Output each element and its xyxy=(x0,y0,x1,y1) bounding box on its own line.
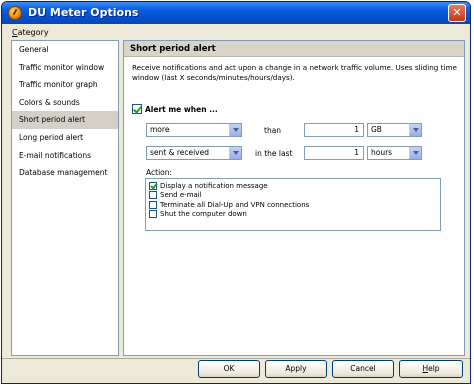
in-the-last-label: in the last xyxy=(255,149,293,158)
action-item[interactable]: Display a notification message xyxy=(149,181,437,191)
title-bar[interactable]: DU Meter Options ✕ xyxy=(2,2,470,24)
chevron-down-icon xyxy=(229,147,241,159)
ok-button[interactable]: OK xyxy=(198,360,260,378)
action-list: Display a notification message Send e-ma… xyxy=(145,178,441,231)
action-checkbox[interactable] xyxy=(149,181,157,190)
chevron-down-icon xyxy=(409,147,421,159)
cancel-button[interactable]: Cancel xyxy=(332,360,394,378)
than-label: than xyxy=(264,126,282,135)
action-item[interactable]: Shut the computer down xyxy=(149,210,437,220)
category-item-database-management[interactable]: Database management xyxy=(12,164,118,182)
chevron-down-icon xyxy=(409,124,421,136)
bottom-divider xyxy=(2,358,470,359)
category-label: Category xyxy=(12,28,49,37)
action-label: Action: xyxy=(146,168,173,177)
action-label-send-email: Send e-mail xyxy=(160,191,202,200)
panel-title: Short period alert xyxy=(124,41,464,57)
category-item-short-period-alert[interactable]: Short period alert xyxy=(12,111,118,129)
du-meter-app-icon xyxy=(8,6,22,20)
action-checkbox[interactable] xyxy=(149,200,157,209)
alert-me-checkbox-row[interactable]: Alert me when ... xyxy=(132,104,218,114)
condition-select-value: more xyxy=(150,125,170,134)
action-label-display-notification: Display a notification message xyxy=(160,181,268,190)
direction-select[interactable]: sent & received xyxy=(146,146,242,160)
period-unit-select-value: hours xyxy=(371,148,393,157)
options-window: DU Meter Options ✕ Category General Traf… xyxy=(1,1,471,384)
alert-me-label: Alert me when ... xyxy=(145,104,218,114)
category-list[interactable]: General Traffic monitor window Traffic m… xyxy=(11,40,119,356)
apply-button[interactable]: Apply xyxy=(265,360,327,378)
panel-description: Receive notifications and act upon a cha… xyxy=(132,63,457,82)
action-item[interactable]: Terminate all Dial-Up and VPN connection… xyxy=(149,200,437,210)
period-input[interactable]: 1 xyxy=(304,146,364,160)
close-button[interactable]: ✕ xyxy=(448,4,466,22)
unit-select-value: GB xyxy=(371,125,382,134)
action-label-terminate-connections: Terminate all Dial-Up and VPN connection… xyxy=(160,200,310,209)
action-checkbox[interactable] xyxy=(149,210,157,219)
action-item[interactable]: Send e-mail xyxy=(149,191,437,201)
category-item-traffic-monitor-window[interactable]: Traffic monitor window xyxy=(12,59,118,77)
action-label-shut-down: Shut the computer down xyxy=(160,210,247,219)
category-item-email-notifications[interactable]: E-mail notifications xyxy=(12,147,118,165)
condition-select[interactable]: more xyxy=(146,123,242,137)
chevron-down-icon xyxy=(229,124,241,136)
amount-input[interactable]: 1 xyxy=(304,123,364,137)
category-item-colors-sounds[interactable]: Colors & sounds xyxy=(12,94,118,112)
category-item-long-period-alert[interactable]: Long period alert xyxy=(12,129,118,147)
settings-panel: Short period alert Receive notifications… xyxy=(123,40,465,356)
action-checkbox[interactable] xyxy=(149,191,157,200)
unit-select[interactable]: GB xyxy=(367,123,422,137)
direction-select-value: sent & received xyxy=(150,148,210,157)
category-item-traffic-monitor-graph[interactable]: Traffic monitor graph xyxy=(12,76,118,94)
period-unit-select[interactable]: hours xyxy=(367,146,422,160)
window-title: DU Meter Options xyxy=(28,6,139,19)
alert-me-checkbox[interactable] xyxy=(132,104,142,114)
help-button[interactable]: Help xyxy=(399,360,463,378)
category-item-general[interactable]: General xyxy=(12,41,118,59)
